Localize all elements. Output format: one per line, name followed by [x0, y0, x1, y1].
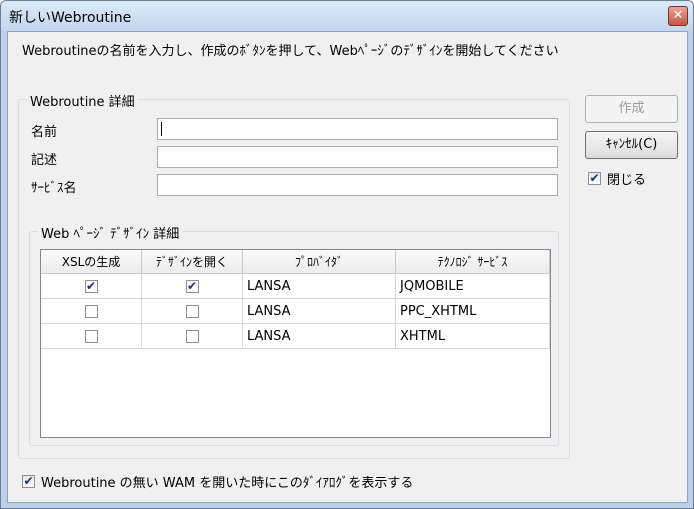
show-dialog-checkbox[interactable]: ✔: [22, 475, 35, 488]
xsl-generate-checkbox[interactable]: ✔: [84, 279, 98, 293]
design-table: XSLの生成 ﾃﾞｻﾞｲﾝを開く ﾌﾟﾛﾊﾞｲﾀﾞ ﾃｸﾉﾛｼﾞ ｻｰﾋﾞｽ ✔…: [41, 250, 550, 349]
close-checkbox-label: 閉じる: [607, 173, 647, 188]
service-name-input[interactable]: [157, 174, 558, 196]
column-header-provider[interactable]: ﾌﾟﾛﾊﾞｲﾀﾞ: [242, 250, 396, 274]
close-icon: ✕: [672, 8, 684, 23]
xsl-generate-cell: ✔: [41, 273, 142, 299]
xsl-generate-cell: [41, 298, 142, 324]
open-design-cell: [141, 323, 243, 349]
provider-cell[interactable]: LANSA: [242, 298, 396, 324]
grid-row[interactable]: LANSA XHTML: [41, 323, 550, 349]
provider-cell[interactable]: LANSA: [242, 323, 396, 349]
design-groupbox: Web ﾍﾟｰｼﾞ ﾃﾞｻﾞｲﾝ 詳細 XSLの生成 ﾃﾞｻﾞｲﾝを開く ﾌﾟﾛ…: [29, 223, 559, 446]
provider-cell[interactable]: LANSA: [242, 273, 396, 299]
dialog-body: Webroutineの名前を入力し、作成のﾎﾞﾀﾝを押して、Webﾍﾟｰｼﾞのﾃ…: [7, 31, 688, 503]
details-legend: Webroutine 詳細: [27, 91, 138, 110]
service-cell[interactable]: JQMOBILE: [395, 273, 550, 299]
description-input[interactable]: [157, 146, 558, 168]
text-caret: [161, 122, 162, 136]
close-checkbox[interactable]: ✔: [588, 172, 601, 185]
description-label: 記述: [31, 153, 58, 168]
service-name-label: ｻｰﾋﾞｽ名: [31, 181, 77, 196]
grid-row[interactable]: ✔ ✔ LANSA JQMOBILE: [41, 273, 550, 299]
service-cell[interactable]: XHTML: [395, 323, 550, 349]
create-button[interactable]: 作成: [585, 95, 678, 123]
grid-header-row: XSLの生成 ﾃﾞｻﾞｲﾝを開く ﾌﾟﾛﾊﾞｲﾀﾞ ﾃｸﾉﾛｼﾞ ｻｰﾋﾞｽ: [41, 250, 550, 274]
open-design-checkbox[interactable]: ✔: [185, 279, 199, 293]
service-cell[interactable]: PPC_XHTML: [395, 298, 550, 324]
xsl-generate-cell: [41, 323, 142, 349]
details-groupbox: Webroutine 詳細 名前 記述 ｻｰﾋﾞｽ名 Web ﾍﾟｰｼﾞ ﾃﾞｻ…: [18, 91, 570, 459]
dialog-window: 新しいWebroutine ✕ Webroutineの名前を入力し、作成のﾎﾞﾀ…: [0, 0, 694, 509]
open-design-cell: [141, 298, 243, 324]
window-title: 新しいWebroutine: [9, 10, 132, 26]
xsl-generate-checkbox[interactable]: [84, 304, 98, 318]
column-header-xsl[interactable]: XSLの生成: [41, 250, 142, 274]
design-grid[interactable]: XSLの生成 ﾃﾞｻﾞｲﾝを開く ﾌﾟﾛﾊﾞｲﾀﾞ ﾃｸﾉﾛｼﾞ ｻｰﾋﾞｽ ✔…: [40, 249, 551, 438]
open-design-checkbox[interactable]: [185, 304, 199, 318]
open-design-cell: ✔: [141, 273, 243, 299]
column-header-open-design[interactable]: ﾃﾞｻﾞｲﾝを開く: [141, 250, 243, 274]
close-button[interactable]: ✕: [668, 6, 688, 26]
xsl-generate-checkbox[interactable]: [84, 329, 98, 343]
title-bar[interactable]: 新しいWebroutine ✕: [1, 1, 693, 31]
instruction-text: Webroutineの名前を入力し、作成のﾎﾞﾀﾝを押して、Webﾍﾟｰｼﾞのﾃ…: [22, 44, 559, 59]
name-input[interactable]: [157, 118, 558, 140]
open-design-checkbox[interactable]: [185, 329, 199, 343]
column-header-technology-service[interactable]: ﾃｸﾉﾛｼﾞ ｻｰﾋﾞｽ: [395, 250, 550, 274]
show-dialog-checkbox-label: Webroutine の無い WAM を開いた時にこのﾀﾞｲｱﾛｸﾞを表示する: [41, 476, 414, 491]
name-label: 名前: [31, 125, 58, 140]
grid-row[interactable]: LANSA PPC_XHTML: [41, 298, 550, 324]
design-legend: Web ﾍﾟｰｼﾞ ﾃﾞｻﾞｲﾝ 詳細: [38, 223, 183, 242]
cancel-button[interactable]: ｷｬﾝｾﾙ(C): [585, 131, 678, 159]
